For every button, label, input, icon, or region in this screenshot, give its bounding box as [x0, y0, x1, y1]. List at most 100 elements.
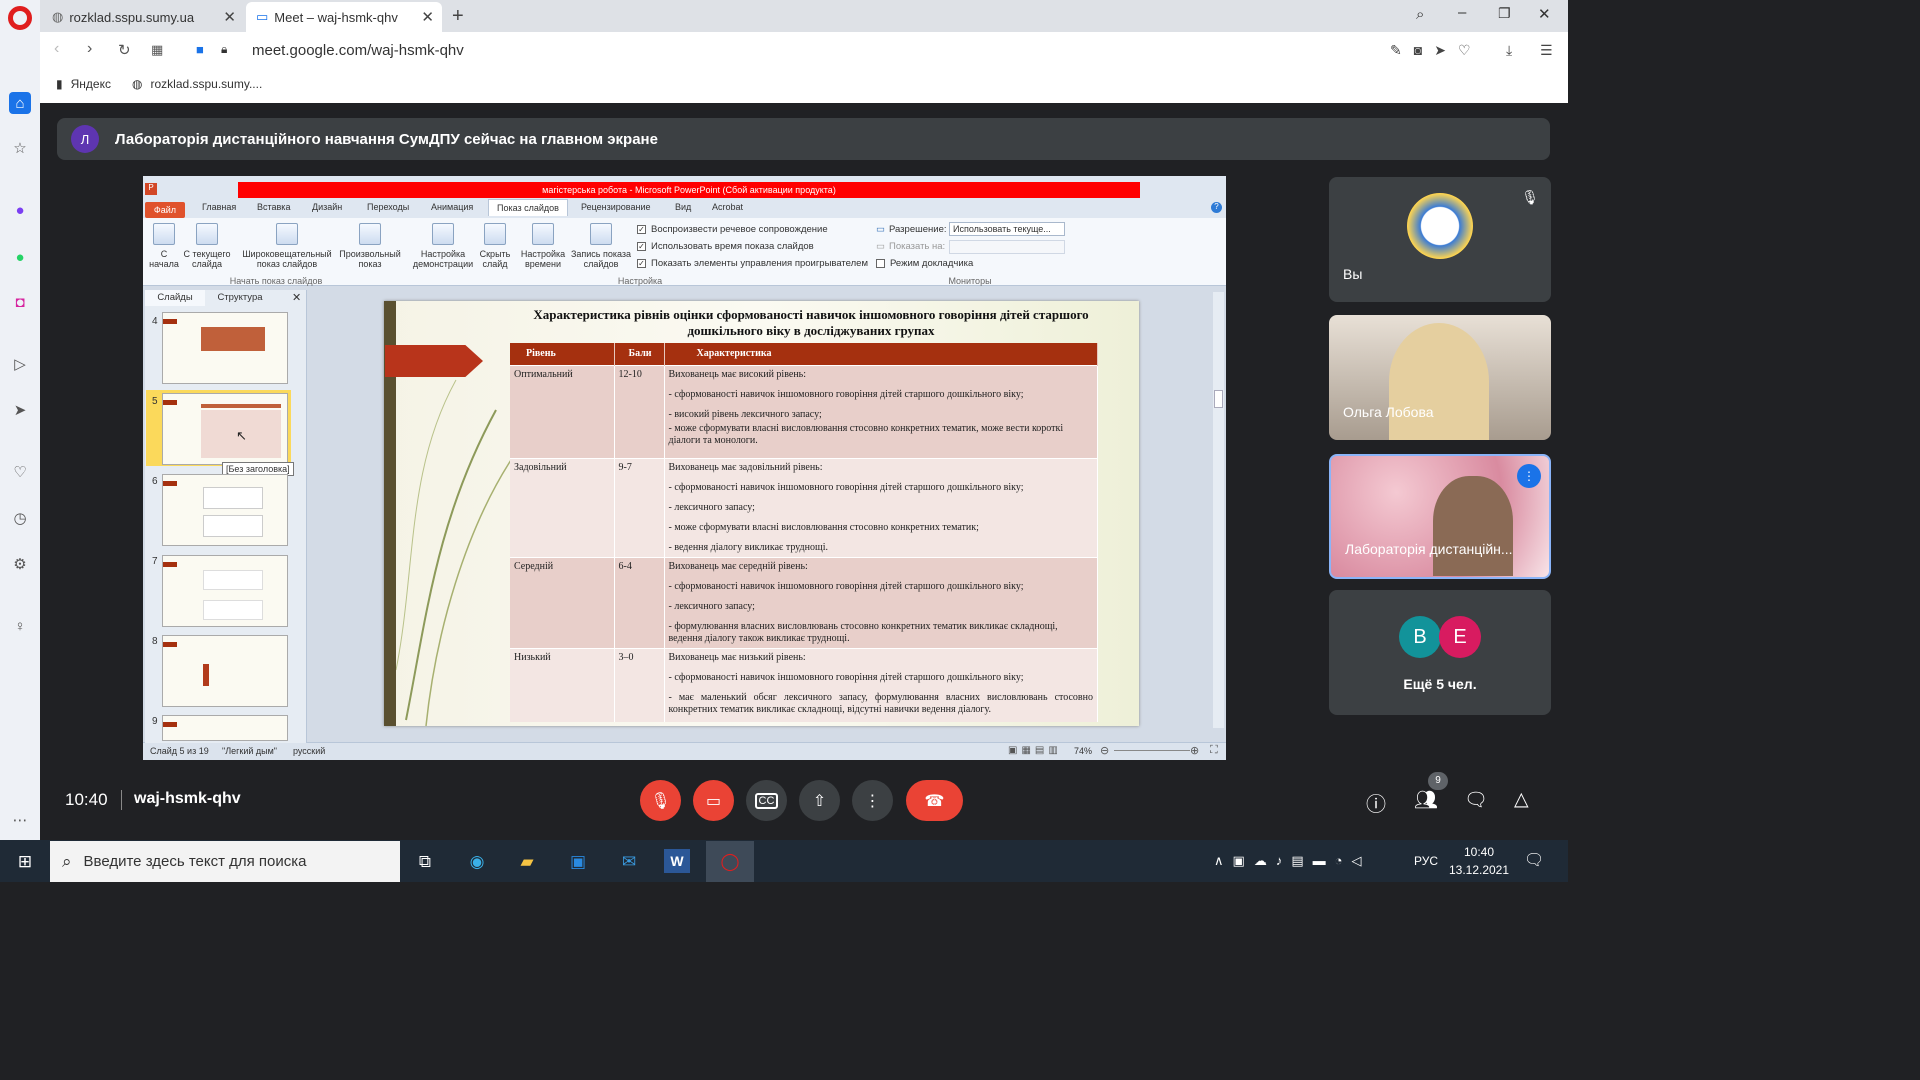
status-language[interactable]: русский	[293, 746, 325, 756]
send-icon[interactable]: ➤	[1434, 42, 1458, 58]
zoom-in-icon[interactable]: ⊕	[1190, 744, 1199, 757]
camera-in-use-icon[interactable]: ■	[196, 42, 204, 57]
captions-button[interactable]: CC	[746, 780, 787, 821]
clock-time[interactable]: 10:40	[1448, 845, 1510, 859]
mic-toggle-button[interactable]: 🎙︎	[640, 780, 681, 821]
tile-self[interactable]: 🎙︎ Вы	[1329, 177, 1551, 302]
mail-icon[interactable]: ✉	[616, 849, 642, 875]
speed-dial-icon[interactable]: ▦	[151, 42, 163, 58]
tips-icon[interactable]: ♀	[10, 616, 30, 636]
ppt-tab-animation[interactable]: Анимация	[431, 202, 473, 212]
view-buttons[interactable]: ▣▦▤▥	[1008, 745, 1062, 756]
ppt-tab-view[interactable]: Вид	[675, 202, 691, 212]
zoom-slider[interactable]	[1114, 750, 1190, 751]
broadcast-button[interactable]: Широковещательный показ слайдов	[238, 223, 336, 269]
slide-thumbnail-selected[interactable]	[162, 393, 288, 465]
player-icon[interactable]: ▷	[10, 354, 30, 374]
from-current-button[interactable]: С текущего слайда	[182, 223, 232, 269]
word-icon[interactable]: W	[664, 849, 690, 873]
tile-olga[interactable]: Ольга Лобова	[1329, 315, 1551, 440]
ppt-tab-slideshow[interactable]: Показ слайдов	[488, 199, 568, 216]
search-tabs-icon[interactable]: ⌕	[1416, 6, 1424, 23]
more-options-button[interactable]: ⋮	[852, 780, 893, 821]
bookmark-rozklad[interactable]: ◍ rozklad.sspu.sumy....	[132, 77, 262, 91]
send-icon[interactable]: ➤	[10, 400, 30, 420]
panel-tab-outline[interactable]: Структура	[210, 290, 270, 306]
wifi-icon[interactable]: ◔	[1335, 853, 1352, 868]
resolution-select[interactable]: Использовать текуще...	[949, 222, 1065, 236]
snap-icon[interactable]: ✎	[1390, 42, 1414, 58]
ppt-file-tab[interactable]: Файл	[145, 202, 185, 218]
bookmark-yandex[interactable]: ▮ Яндекс	[56, 77, 111, 91]
store-icon[interactable]: ▣	[565, 849, 591, 875]
help-icon[interactable]: ?	[1211, 202, 1222, 213]
slide-thumbnail[interactable]	[162, 635, 288, 707]
slide-thumbnail[interactable]	[162, 312, 288, 384]
address-bar[interactable]: meet.google.com/waj-hsmk-qhv	[252, 42, 464, 59]
back-icon[interactable]: ‹	[54, 40, 59, 58]
ppt-tab-insert[interactable]: Вставка	[257, 202, 290, 212]
camera-toggle-button[interactable]: ▭	[693, 780, 734, 821]
whatsapp-icon[interactable]: ●	[10, 247, 30, 267]
windows-start-icon[interactable]: ⊞	[12, 849, 38, 875]
taskbar-search[interactable]: ⌕ Введите здесь текст для поиска	[50, 841, 400, 882]
from-start-button[interactable]: С начала	[146, 223, 182, 269]
new-tab-icon[interactable]: +	[452, 5, 464, 28]
star-icon[interactable]: ☆	[10, 138, 30, 158]
activities-icon[interactable]: △	[1514, 788, 1529, 811]
info-icon[interactable]: ⓘ	[1366, 788, 1386, 817]
minimize-icon[interactable]: –	[1458, 4, 1466, 21]
meet-now-icon[interactable]: ▣	[1233, 853, 1254, 868]
narration-checkbox[interactable]: ✓ Воспроизвести речевое сопровождение	[637, 224, 828, 235]
end-call-button[interactable]: ☎	[906, 780, 963, 821]
edge-icon[interactable]: ◉	[464, 849, 490, 875]
ppt-tab-transitions[interactable]: Переходы	[367, 202, 409, 212]
ppt-tab-review[interactable]: Рецензирование	[581, 202, 651, 212]
reload-icon[interactable]: ↻	[118, 41, 131, 59]
restore-icon[interactable]: ❐	[1498, 5, 1511, 22]
window-close-icon[interactable]: ✕	[1538, 5, 1551, 23]
present-button[interactable]: ⇧	[799, 780, 840, 821]
heart-icon[interactable]: ♡	[10, 462, 30, 482]
mic-icon[interactable]: ♪	[1276, 853, 1292, 868]
rehearse-button[interactable]: Настройка времени	[518, 223, 568, 269]
tab-meet[interactable]: ▭ Meet – waj-hsmk-qhv ✕	[246, 2, 442, 32]
close-panel-icon[interactable]: ✕	[292, 291, 301, 304]
ppt-tab-home[interactable]: Главная	[202, 202, 236, 212]
more-icon[interactable]: ⋯	[10, 810, 30, 830]
camera-icon[interactable]: ◙	[1414, 42, 1434, 58]
scroll-thumb[interactable]	[1214, 390, 1223, 408]
zoom-level[interactable]: 74%	[1074, 746, 1092, 756]
close-tab-icon[interactable]: ✕	[223, 8, 236, 26]
tile-more[interactable]: В Е Ещё 5 чел.	[1329, 590, 1551, 715]
zoom-out-icon[interactable]: ⊖	[1100, 744, 1109, 757]
file-explorer-icon[interactable]: ▰	[514, 849, 540, 875]
battery-icon[interactable]: ▬	[1313, 853, 1335, 868]
media-controls-checkbox[interactable]: ✓ Показать элементы управления проигрыват…	[637, 258, 868, 269]
chat-icon[interactable]: 🗨︎	[1464, 788, 1488, 812]
slide-thumbnail[interactable]	[162, 555, 288, 627]
show-on-select[interactable]	[949, 240, 1065, 254]
clock-date[interactable]: 13.12.2021	[1448, 863, 1510, 877]
history-icon[interactable]: ◷	[10, 508, 30, 528]
easy-setup-icon[interactable]: ☰	[1540, 42, 1553, 59]
ppt-tab-design[interactable]: Дизайн	[312, 202, 342, 212]
home-icon[interactable]: ⌂	[9, 92, 31, 114]
panel-tab-slides[interactable]: Слайды	[145, 290, 205, 306]
presenter-view-checkbox[interactable]: Режим докладчика	[876, 258, 973, 269]
opera-logo-icon[interactable]	[8, 6, 32, 30]
settings-icon[interactable]: ⚙	[10, 554, 30, 574]
people-icon[interactable]: 👥︎	[1414, 788, 1438, 812]
volume-icon[interactable]: ◁	[1351, 853, 1370, 868]
notifications-icon[interactable]: 🗨︎	[1524, 850, 1544, 870]
tile-lab[interactable]: ⋮ Лабораторія дистанційн...	[1329, 454, 1551, 579]
ppt-tab-acrobat[interactable]: Acrobat	[712, 202, 743, 212]
hide-slide-button[interactable]: Скрыть слайд	[476, 223, 514, 269]
instagram-icon[interactable]: ◘	[10, 292, 30, 312]
close-tab-icon[interactable]: ✕	[421, 8, 434, 26]
network-icon[interactable]: ▤	[1291, 853, 1312, 868]
record-show-button[interactable]: Запись показа слайдов	[568, 223, 634, 269]
setup-show-button[interactable]: Настройка демонстрации	[410, 223, 476, 269]
tab-rozklad[interactable]: ◍ rozklad.sspu.sumy.ua ✕	[42, 2, 244, 32]
tray-expand-icon[interactable]: ∧	[1214, 853, 1233, 868]
